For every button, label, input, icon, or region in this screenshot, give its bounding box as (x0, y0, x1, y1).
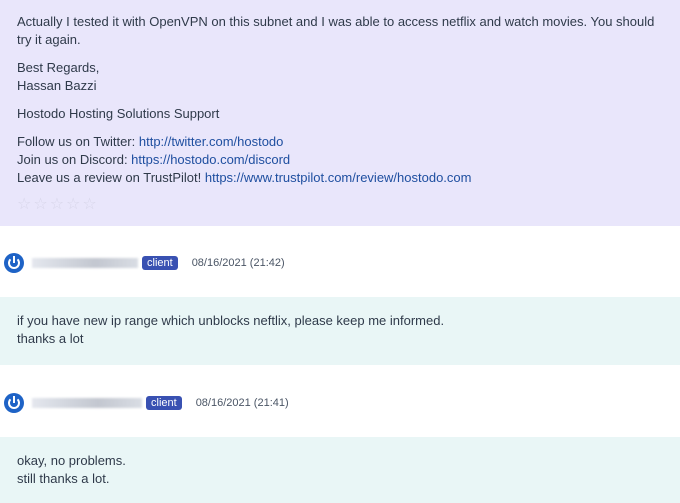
discord-prefix: Join us on Discord: (17, 152, 132, 167)
star-outline-icon[interactable]: ☆ (82, 197, 96, 213)
message-line: okay, no problems. (17, 453, 126, 468)
star-outline-icon[interactable]: ☆ (66, 197, 80, 213)
star-outline-icon[interactable]: ☆ (33, 197, 47, 213)
star-outline-icon[interactable]: ☆ (50, 197, 64, 213)
client-message: okay, no problems. still thanks a lot. (0, 437, 680, 503)
message-line: thanks a lot (17, 331, 84, 346)
signature-regards: Best Regards, (17, 60, 100, 75)
signature-links: Follow us on Twitter: http://twitter.com… (17, 133, 662, 187)
star-outline-icon[interactable]: ☆ (17, 197, 31, 213)
client-badge: client (142, 256, 178, 270)
review-prefix: Leave us a review on TrustPilot! (17, 170, 205, 185)
redacted-username (32, 398, 142, 408)
avatar-power-icon (4, 393, 24, 413)
message-header: client 08/16/2021 (21:41) (4, 391, 289, 415)
staff-reply: Actually I tested it with OpenVPN on thi… (0, 0, 680, 226)
message-header: client 08/16/2021 (21:42) (4, 251, 285, 275)
staff-reply-body: Actually I tested it with OpenVPN on thi… (17, 14, 655, 47)
rating-stars[interactable]: ☆ ☆ ☆ ☆ ☆ (17, 197, 662, 213)
client-message: if you have new ip range which unblocks … (0, 297, 680, 365)
message-line: if you have new ip range which unblocks … (17, 313, 445, 328)
avatar-power-icon (4, 253, 24, 273)
discord-link[interactable]: https://hostodo.com/discord (131, 152, 290, 167)
twitter-link[interactable]: http://twitter.com/hostodo (139, 134, 284, 149)
signature-name: Hassan Bazzi (17, 78, 97, 93)
trustpilot-link[interactable]: https://www.trustpilot.com/review/hostod… (205, 170, 472, 185)
signature: Best Regards, Hassan Bazzi (17, 59, 662, 95)
message-timestamp: 08/16/2021 (21:41) (195, 397, 289, 409)
client-badge: client (146, 396, 182, 410)
signature-company: Hostodo Hosting Solutions Support (17, 106, 220, 121)
message-line: still thanks a lot. (17, 471, 110, 486)
message-timestamp: 08/16/2021 (21:42) (191, 257, 285, 269)
twitter-prefix: Follow us on Twitter: (17, 134, 139, 149)
redacted-username (32, 258, 138, 268)
